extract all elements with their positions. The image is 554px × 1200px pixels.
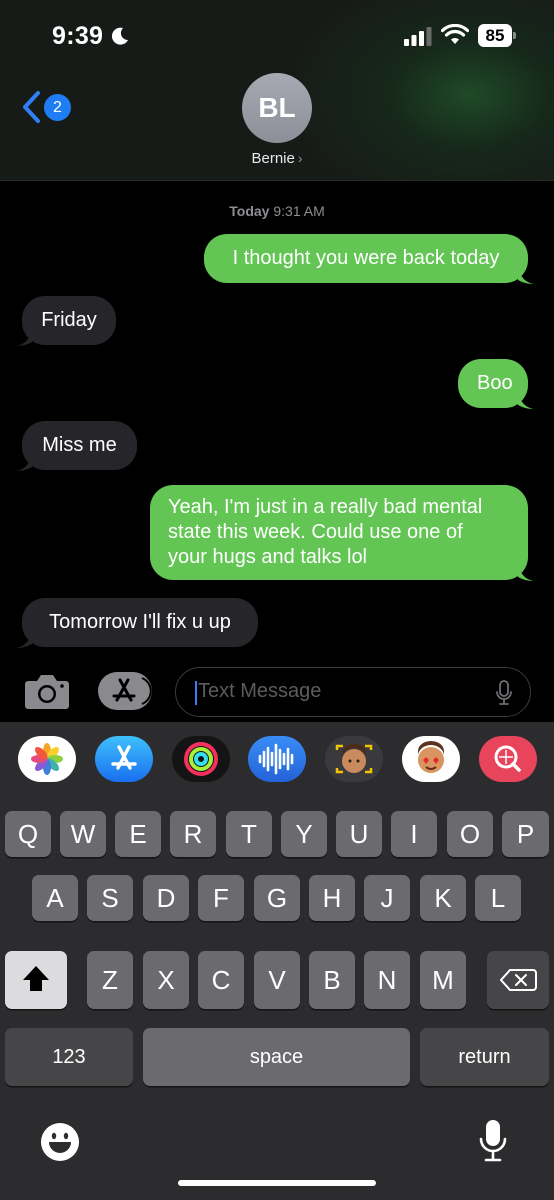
delete-backspace-icon xyxy=(500,969,537,991)
chevron-left-icon xyxy=(23,91,40,123)
photos-app-icon[interactable] xyxy=(18,736,76,782)
received-message-bubble[interactable]: Miss me xyxy=(16,421,137,471)
key-i[interactable]: I xyxy=(391,811,437,857)
conversation-header: 9:39 85 2 BL Bernie › xyxy=(0,0,554,181)
key-v[interactable]: V xyxy=(254,951,300,1009)
key-d[interactable]: D xyxy=(143,875,189,921)
text-cursor xyxy=(195,681,197,705)
dictation-mic-icon[interactable] xyxy=(496,680,512,706)
unread-count-badge: 2 xyxy=(44,94,71,121)
delete-key[interactable] xyxy=(487,951,549,1009)
chevron-right-icon: › xyxy=(297,150,303,166)
key-p[interactable]: P xyxy=(502,811,549,857)
memoji-app-icon[interactable] xyxy=(325,736,383,782)
cellular-signal-icon xyxy=(404,27,432,46)
app-store-button[interactable] xyxy=(98,672,152,710)
key-g[interactable]: G xyxy=(254,875,300,921)
key-t[interactable]: T xyxy=(226,811,272,857)
key-q[interactable]: Q xyxy=(5,811,51,857)
app-store-icon xyxy=(112,677,152,705)
key-w[interactable]: W xyxy=(60,811,106,857)
contact-avatar[interactable]: BL xyxy=(242,73,312,143)
emoji-keyboard-icon[interactable] xyxy=(40,1122,80,1162)
received-message-bubble[interactable]: Friday xyxy=(16,296,116,346)
key-e[interactable]: E xyxy=(115,811,161,857)
sent-message-bubble[interactable]: Yeah, I'm just in a really bad mental st… xyxy=(150,485,534,581)
key-c[interactable]: C xyxy=(198,951,244,1009)
audio-message-app-icon[interactable] xyxy=(248,736,306,782)
app-store-app-icon[interactable] xyxy=(95,736,153,782)
key-r[interactable]: R xyxy=(170,811,216,857)
key-m[interactable]: M xyxy=(420,951,466,1009)
message-input-placeholder: Text Message xyxy=(198,680,322,702)
wifi-icon xyxy=(441,24,469,44)
keyboard: Q W E R T Y U I O P A S D F G H J K L Z … xyxy=(0,722,554,1200)
received-message-bubble[interactable]: Tomorrow I'll fix u up xyxy=(16,598,258,648)
numbers-key[interactable]: 123 xyxy=(5,1028,133,1086)
contact-name-button[interactable]: Bernie › xyxy=(200,150,354,167)
status-time: 9:39 xyxy=(52,22,104,50)
key-u[interactable]: U xyxy=(336,811,382,857)
back-button[interactable]: 2 xyxy=(20,90,76,126)
key-x[interactable]: X xyxy=(143,951,189,1009)
return-key[interactable]: return xyxy=(420,1028,549,1086)
home-indicator xyxy=(178,1180,376,1186)
camera-button[interactable] xyxy=(24,672,70,710)
key-o[interactable]: O xyxy=(447,811,493,857)
key-b[interactable]: B xyxy=(309,951,355,1009)
key-s[interactable]: S xyxy=(87,875,133,921)
message-timestamp: Today 9:31 AM xyxy=(229,203,325,219)
message-input[interactable]: Text Message xyxy=(175,667,531,717)
contact-name: Bernie xyxy=(251,150,295,167)
activity-app-icon[interactable] xyxy=(172,736,230,782)
key-a[interactable]: A xyxy=(32,875,78,921)
battery-indicator: 85 xyxy=(478,24,516,47)
shift-key[interactable] xyxy=(5,951,67,1009)
memoji-stickers-app-icon[interactable] xyxy=(402,736,460,782)
key-l[interactable]: L xyxy=(475,875,521,921)
key-j[interactable]: J xyxy=(364,875,410,921)
key-n[interactable]: N xyxy=(364,951,410,1009)
imessage-app-strip xyxy=(0,722,554,798)
battery-percentage: 85 xyxy=(485,26,505,45)
sent-message-bubble[interactable]: I thought you were back today xyxy=(204,234,534,284)
space-key[interactable]: space xyxy=(143,1028,410,1086)
sent-message-bubble[interactable]: Boo xyxy=(458,359,534,409)
key-f[interactable]: F xyxy=(198,875,244,921)
search-images-app-icon[interactable] xyxy=(479,736,537,782)
key-z[interactable]: Z xyxy=(87,951,133,1009)
moon-icon xyxy=(111,27,128,45)
dictation-mic-icon[interactable] xyxy=(478,1119,508,1163)
key-y[interactable]: Y xyxy=(281,811,327,857)
key-k[interactable]: K xyxy=(420,875,466,921)
shift-arrow-icon xyxy=(23,966,49,991)
key-h[interactable]: H xyxy=(309,875,355,921)
